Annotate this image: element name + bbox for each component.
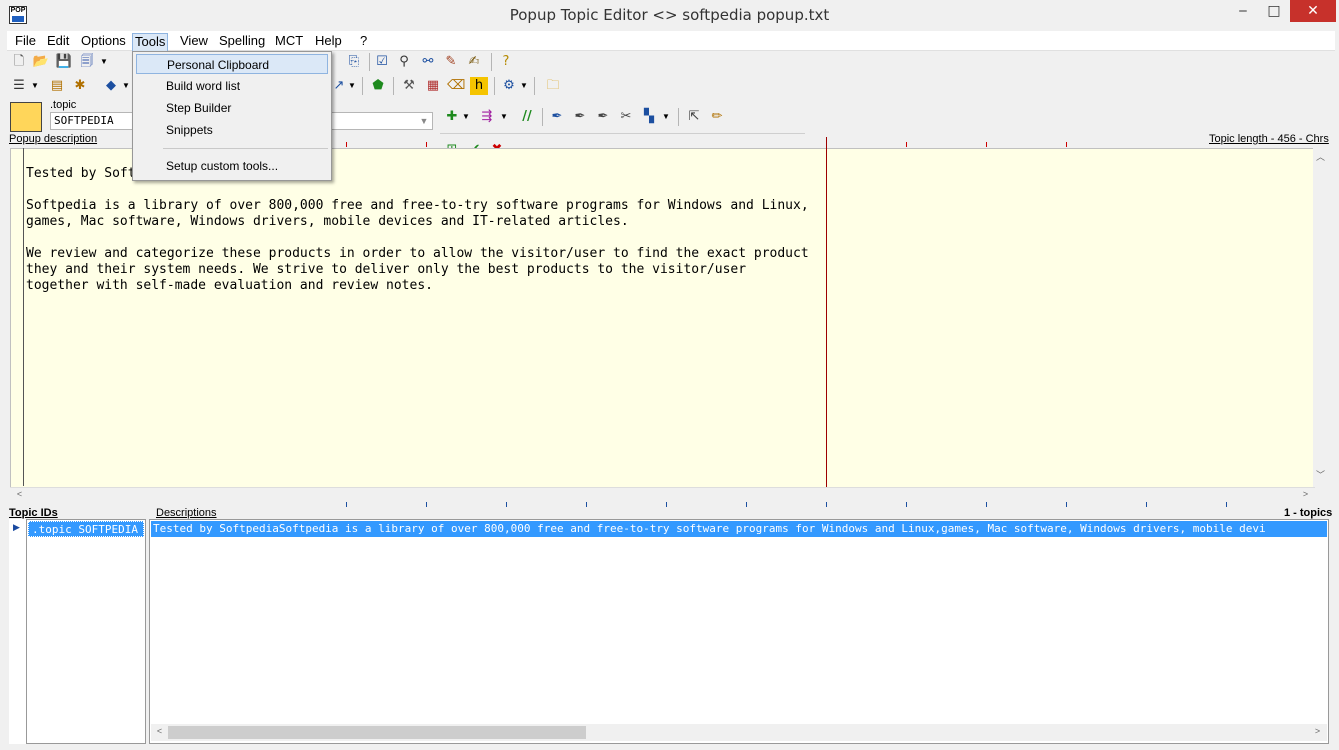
menu-bar: File Edit Options Tools View Spelling MC… [7,31,1335,51]
topic-ids-label: Topic IDs [9,507,58,519]
close-button[interactable]: ✕ [1290,0,1336,22]
check-icon[interactable]: ☑ [373,53,391,71]
fill-dropdown-icon[interactable]: ▼ [122,77,130,95]
export-icon[interactable]: ⇱ [685,108,703,126]
grid-tool-icon[interactable]: ▦ [424,77,442,95]
add-topic-icon[interactable]: ✚ [443,108,461,126]
pen-icon[interactable]: ✒ [548,108,566,126]
dictionary-icon[interactable]: ✍ [465,53,483,71]
palette-dropdown-icon[interactable]: ▼ [662,108,670,126]
scroll-down-icon[interactable]: ﹀ [1313,468,1328,481]
help-pointer-icon[interactable]: ? [497,53,515,71]
find-replace-icon[interactable]: ⚯ [419,53,437,71]
window-title: Popup Topic Editor <> softpedia popup.tx… [509,6,830,24]
topic-ids-list[interactable] [9,519,146,744]
network-icon[interactable]: ⚙ [500,77,518,95]
find-icon[interactable]: ⚲ [395,53,413,71]
topic-star-icon[interactable]: ✱ [71,77,89,95]
scroll-right-icon[interactable]: > [1298,489,1313,499]
link-dropdown-icon[interactable]: ▼ [500,108,508,126]
palette-icon[interactable]: ▚ [640,108,658,126]
pen-tools-icon[interactable]: ✒ [594,108,612,126]
comment-icon[interactable]: // [518,108,536,126]
add-topic-dropdown-icon[interactable]: ▼ [462,108,470,126]
scroll-left-icon[interactable]: < [152,726,167,736]
list-item[interactable]: .topic SOFTPEDIA [28,521,144,537]
topic-dropdown-icon[interactable]: ▼ [415,112,433,130]
menu-item-setup-custom-tools[interactable]: Setup custom tools... [136,156,328,176]
green-diamond-icon[interactable]: ⬟ [369,77,387,95]
hammer-icon[interactable]: ⚒ [400,77,418,95]
menu-item-build-word-list[interactable]: Build word list [136,76,328,96]
right-margin-line [826,137,827,487]
scrollbar-thumb[interactable] [168,726,586,739]
editor-text[interactable]: Tested by Softpedia Softpedia is a libra… [26,166,826,294]
network-dropdown-icon[interactable]: ▼ [520,77,528,95]
topic-icon[interactable]: ▤ [48,77,66,95]
maximize-button[interactable]: □ [1259,0,1289,22]
editor-margin-left [23,148,24,486]
menu-item-personal-clipboard[interactable]: Personal Clipboard [136,54,328,74]
link-icon[interactable]: ⇶ [478,108,496,126]
current-row-icon: ▶ [13,522,20,532]
scroll-left-icon[interactable]: < [12,489,27,499]
menu-file[interactable]: File [13,33,38,51]
new-file-icon[interactable]: 🗋 [10,53,28,71]
menu-spelling[interactable]: Spelling [217,33,267,51]
descriptions-label: Descriptions [156,507,217,519]
tools-icon[interactable]: ✎ [442,53,460,71]
topic-prefix-label: .topic [50,99,77,111]
arrow-dropdown-icon[interactable]: ▼ [348,77,356,95]
menu-item-snippets[interactable]: Snippets [136,120,328,140]
list-icon[interactable]: ☰ [10,77,28,95]
save-all-icon[interactable]: 🗐 [78,53,96,71]
menu-mct[interactable]: MCT [273,33,305,51]
topics-count: 1 - topics [1284,507,1333,519]
editor-horizontal-scrollbar[interactable]: < > [10,487,1315,502]
topic-file-icon [10,102,42,132]
arrow-tool-icon[interactable]: ↗ [330,77,348,95]
menu-item-step-builder[interactable]: Step Builder [136,98,328,118]
folder-icon[interactable]: 🗀 [544,77,562,95]
save-icon[interactable]: 💾 [55,53,73,71]
descriptions-list[interactable] [149,519,1329,744]
maximize-icon: □ [1267,3,1281,19]
menu-help[interactable]: Help [313,33,344,51]
menu-tools[interactable]: Tools [132,33,169,51]
menu-separator [163,148,328,149]
pen-cut-icon[interactable]: ✂ [617,108,635,126]
tools-dropdown-menu: Personal Clipboard Build word list Step … [132,51,332,181]
minimize-icon: ‒ [1238,3,1248,19]
list-item[interactable]: Tested by SoftpediaSoftpedia is a librar… [151,521,1327,537]
edit-pencil-icon[interactable]: ✏ [708,108,726,126]
editor-vertical-scrollbar[interactable]: ︿ ﹀ [1313,148,1328,488]
copy-icon[interactable]: ⎘ [345,53,363,71]
editor-toolbar: ✚ ▼ ⇶ ▼ // ✒ ✒ ✒ ✂ ▚ ▼ ⇱ ✏ [440,108,770,132]
save-dropdown-icon[interactable]: ▼ [100,53,108,71]
menu-edit[interactable]: Edit [45,33,71,51]
open-folder-icon[interactable]: 📂 [32,53,50,71]
scroll-right-icon[interactable]: > [1310,726,1325,736]
eraser-icon[interactable]: ⌫ [447,77,465,95]
menu-about[interactable]: ? [358,33,369,51]
list-dropdown-icon[interactable]: ▼ [31,77,39,95]
h-icon[interactable]: h [470,77,488,95]
pen-percent-icon[interactable]: ✒ [571,108,589,126]
menu-options[interactable]: Options [79,33,128,51]
topic-ids-gutter [9,519,27,744]
scroll-up-icon[interactable]: ︿ [1313,150,1328,163]
minimize-button[interactable]: ‒ [1228,0,1258,22]
menu-view[interactable]: View [178,33,210,51]
fill-icon[interactable]: ◆ [102,77,120,95]
close-icon: ✕ [1307,3,1319,19]
